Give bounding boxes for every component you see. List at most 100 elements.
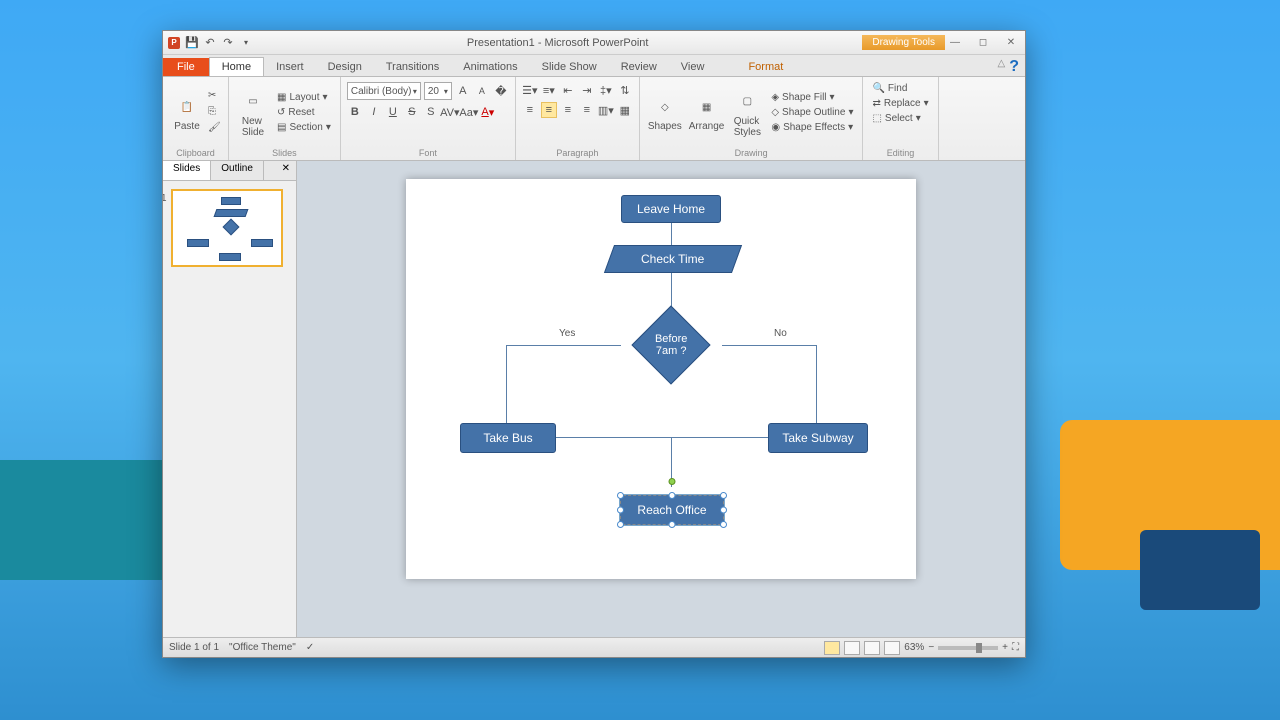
resize-handle[interactable]	[617, 492, 624, 499]
text-direction-button[interactable]: ⇅	[617, 82, 633, 98]
tab-view[interactable]: View	[669, 58, 717, 76]
reading-view-button[interactable]	[864, 641, 880, 655]
layout-button[interactable]: ▦ Layout ▾	[274, 91, 334, 104]
font-color-button[interactable]: A▾	[480, 104, 496, 120]
tab-format[interactable]: Format	[736, 58, 795, 76]
replace-button[interactable]: ⇄ Replace ▾	[869, 97, 931, 110]
smartart-button[interactable]: ▦	[617, 102, 633, 118]
sorter-view-button[interactable]	[844, 641, 860, 655]
shape-take-subway[interactable]: Take Subway	[768, 423, 868, 453]
tab-review[interactable]: Review	[609, 58, 669, 76]
increase-indent-button[interactable]: ⇥	[579, 82, 595, 98]
tab-design[interactable]: Design	[316, 58, 374, 76]
underline-button[interactable]: U	[385, 104, 401, 120]
clear-formatting-icon[interactable]: �	[493, 83, 509, 99]
font-name-combo[interactable]: Calibri (Body)▾	[347, 82, 421, 100]
slideshow-view-button[interactable]	[884, 641, 900, 655]
quick-styles-button[interactable]: ▢Quick Styles	[729, 79, 765, 146]
new-slide-button[interactable]: ▭ New Slide	[235, 79, 271, 146]
shape-decision[interactable]: Before 7am ?	[631, 305, 710, 384]
format-painter-icon[interactable]: 🖌	[208, 122, 222, 136]
zoom-level[interactable]: 63%	[904, 642, 924, 653]
shape-check-time[interactable]: Check Time	[604, 245, 742, 273]
find-button[interactable]: 🔍 Find	[869, 82, 931, 95]
zoom-slider-thumb[interactable]	[976, 643, 982, 653]
resize-handle[interactable]	[720, 507, 727, 514]
font-size-combo[interactable]: 20▾	[424, 82, 452, 100]
align-left-button[interactable]: ≡	[522, 102, 538, 118]
shape-reach-office[interactable]: Reach Office	[620, 495, 724, 525]
close-button[interactable]: ✕	[1001, 36, 1021, 50]
select-button[interactable]: ⬚ Select ▾	[869, 112, 931, 125]
connector[interactable]	[506, 345, 507, 423]
change-case-button[interactable]: Aa▾	[461, 104, 477, 120]
normal-view-button[interactable]	[824, 641, 840, 655]
shapes-button[interactable]: ◇Shapes	[646, 79, 684, 146]
save-icon[interactable]: 💾	[185, 36, 199, 50]
justify-button[interactable]: ≡	[579, 102, 595, 118]
arrange-button[interactable]: ▦Arrange	[687, 79, 727, 146]
shape-leave-home[interactable]: Leave Home	[621, 195, 721, 223]
line-spacing-button[interactable]: ‡▾	[598, 82, 614, 98]
slide-thumbnail[interactable]: 1	[171, 189, 283, 267]
zoom-out-button[interactable]: −	[928, 642, 934, 653]
decrease-indent-button[interactable]: ⇤	[560, 82, 576, 98]
slide-area[interactable]: Leave Home Check Time Before 7am ? Yes N…	[297, 161, 1025, 637]
bullets-button[interactable]: ☰▾	[522, 82, 538, 98]
fit-to-window-button[interactable]: ⛶	[1012, 642, 1019, 653]
bold-button[interactable]: B	[347, 104, 363, 120]
minimize-ribbon-icon[interactable]: △	[998, 58, 1006, 76]
minimize-button[interactable]: —	[945, 36, 965, 50]
shape-effects-button[interactable]: ◉ Shape Effects ▾	[768, 121, 856, 134]
undo-icon[interactable]: ↶	[203, 36, 217, 50]
connector[interactable]	[506, 345, 621, 346]
cut-icon[interactable]: ✂	[208, 90, 222, 104]
columns-button[interactable]: ▥▾	[598, 102, 614, 118]
resize-handle[interactable]	[617, 521, 624, 528]
shape-outline-button[interactable]: ◇ Shape Outline ▾	[768, 106, 856, 119]
align-right-button[interactable]: ≡	[560, 102, 576, 118]
italic-button[interactable]: I	[366, 104, 382, 120]
rotate-handle[interactable]	[669, 478, 676, 485]
tab-transitions[interactable]: Transitions	[374, 58, 451, 76]
tab-slideshow[interactable]: Slide Show	[530, 58, 609, 76]
strikethrough-button[interactable]: S	[404, 104, 420, 120]
connector[interactable]	[554, 437, 672, 438]
connector[interactable]	[816, 345, 817, 423]
tab-animations[interactable]: Animations	[451, 58, 529, 76]
resize-handle[interactable]	[720, 521, 727, 528]
zoom-slider[interactable]	[938, 646, 998, 650]
spellcheck-icon[interactable]: ✓	[306, 642, 314, 653]
shadow-button[interactable]: S	[423, 104, 439, 120]
shrink-font-icon[interactable]: A	[474, 83, 490, 99]
tab-file[interactable]: File	[163, 58, 209, 76]
tab-home[interactable]: Home	[209, 57, 264, 76]
grow-font-icon[interactable]: A	[455, 83, 471, 99]
outline-panel-tab[interactable]: Outline	[211, 161, 264, 180]
resize-handle[interactable]	[669, 492, 676, 499]
resize-handle[interactable]	[617, 507, 624, 514]
shape-take-bus[interactable]: Take Bus	[460, 423, 556, 453]
connector[interactable]	[671, 437, 769, 438]
align-center-button[interactable]: ≡	[541, 102, 557, 118]
panel-close-icon[interactable]: ✕	[276, 161, 296, 180]
shape-fill-button[interactable]: ◈ Shape Fill ▾	[768, 91, 856, 104]
help-icon[interactable]: ?	[1009, 58, 1019, 76]
paste-button[interactable]: 📋 Paste	[169, 79, 205, 146]
connector[interactable]	[671, 273, 672, 309]
resize-handle[interactable]	[669, 521, 676, 528]
zoom-in-button[interactable]: +	[1002, 642, 1008, 653]
slides-panel-tab[interactable]: Slides	[163, 161, 211, 180]
tab-insert[interactable]: Insert	[264, 58, 316, 76]
copy-icon[interactable]: ⎘	[208, 106, 222, 120]
section-button[interactable]: ▤ Section ▾	[274, 121, 334, 134]
connector[interactable]	[722, 345, 817, 346]
redo-icon[interactable]: ↷	[221, 36, 235, 50]
qat-dropdown-icon[interactable]: ▾	[239, 36, 253, 50]
numbering-button[interactable]: ≡▾	[541, 82, 557, 98]
connector[interactable]	[671, 221, 672, 245]
reset-button[interactable]: ↺ Reset	[274, 106, 334, 119]
maximize-button[interactable]: ◻	[973, 36, 993, 50]
slide-canvas[interactable]: Leave Home Check Time Before 7am ? Yes N…	[406, 179, 916, 579]
resize-handle[interactable]	[720, 492, 727, 499]
